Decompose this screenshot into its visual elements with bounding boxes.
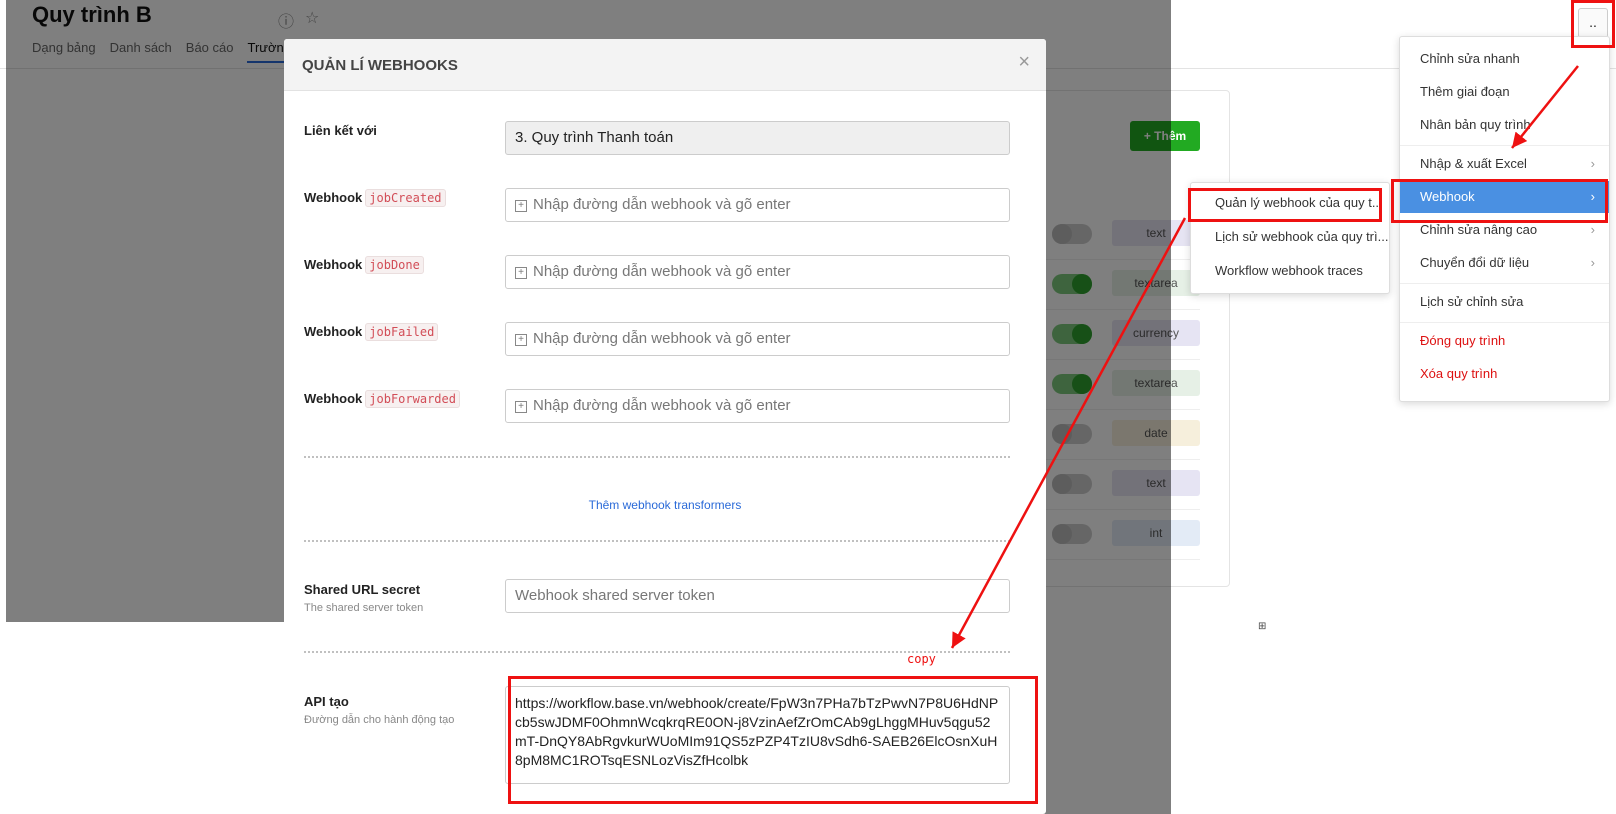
arrow-to-webhook-menu xyxy=(1511,65,1579,149)
annotation-arrows xyxy=(950,65,1579,649)
arrow-to-api-url xyxy=(950,217,1187,649)
